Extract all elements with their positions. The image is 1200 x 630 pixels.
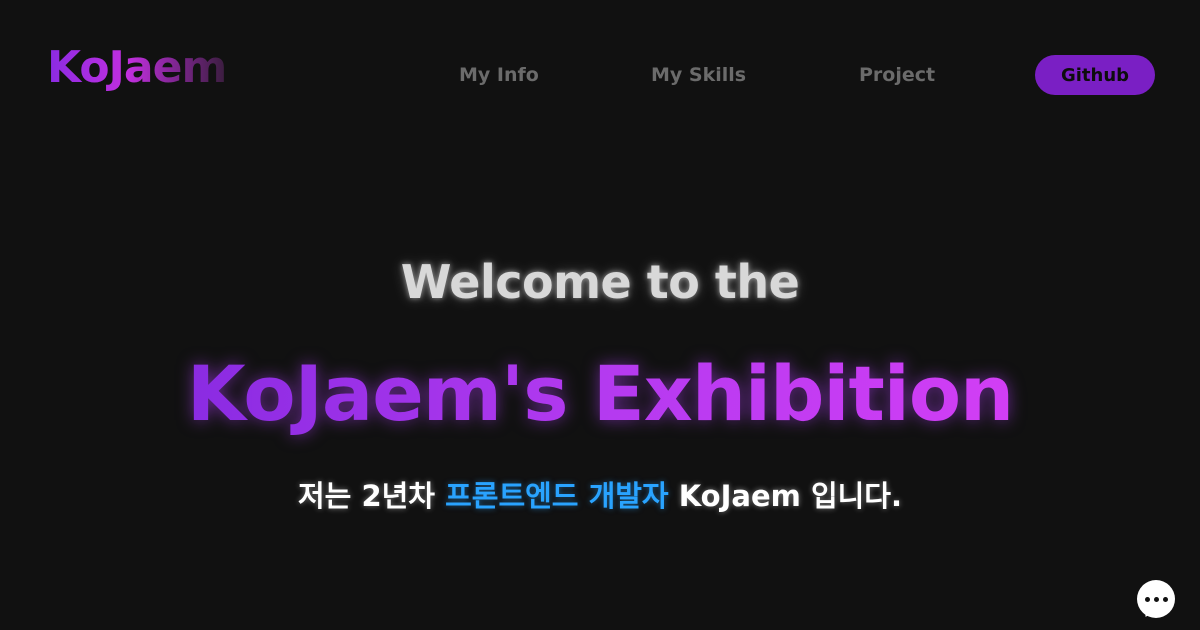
github-button[interactable]: Github — [1035, 55, 1155, 95]
hero-intro-prefix: 저는 2년차 — [297, 479, 446, 513]
hero-intro-highlight: 프론트엔드 개발자 — [445, 479, 669, 513]
nav-project[interactable]: Project — [859, 63, 935, 87]
hero-title-text: KoJaem's Exhibition — [186, 349, 1014, 438]
chat-dot — [1144, 596, 1150, 602]
nav-my-info[interactable]: My Info — [459, 63, 539, 87]
chat-dots — [1144, 596, 1168, 602]
chat-bubble-icon[interactable] — [1137, 580, 1175, 618]
hero-intro-suffix: KoJaem 입니다. — [668, 479, 903, 513]
nav-my-skills[interactable]: My Skills — [651, 63, 746, 87]
chat-dot — [1153, 596, 1159, 602]
page: KoJaem My Info My Skills Project Github … — [0, 0, 1200, 630]
chat-dot — [1162, 596, 1168, 602]
hero-welcome-text: Welcome to the — [400, 255, 800, 309]
hero-intro: 저는 2년차 프론트엔드 개발자 KoJaem 입니다. — [0, 473, 1200, 515]
hero-title: KoJaem's Exhibition — [0, 350, 1200, 437]
logo[interactable]: KoJaem — [47, 43, 227, 92]
